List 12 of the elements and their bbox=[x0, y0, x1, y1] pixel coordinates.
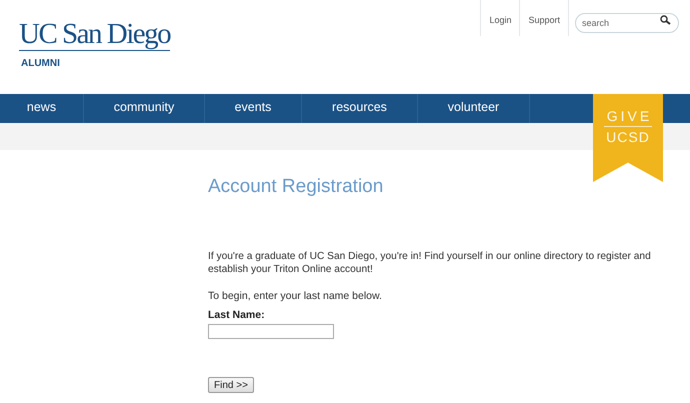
utility-link[interactable]: Support bbox=[519, 0, 569, 36]
page-title: Account Registration bbox=[208, 175, 384, 199]
search-field[interactable]: search bbox=[575, 13, 679, 33]
intro-text: If you're a graduate of UC San Diego, you're in! Find yourself in our online directory to register and establish your Triton Online account! bbox=[208, 250, 652, 276]
last-name-field[interactable] bbox=[208, 324, 334, 338]
field-label: Last Name: bbox=[208, 308, 266, 323]
instruction-text: To begin, enter your last name below. bbox=[208, 289, 383, 304]
find-button[interactable]: Find >> bbox=[208, 376, 254, 392]
utility-link[interactable]: Login bbox=[480, 0, 520, 36]
logo-wordmark[interactable]: UC San Diego bbox=[19, 19, 170, 51]
search-icon[interactable] bbox=[660, 15, 671, 25]
logo-subtitle: ALUMNI bbox=[21, 57, 61, 71]
